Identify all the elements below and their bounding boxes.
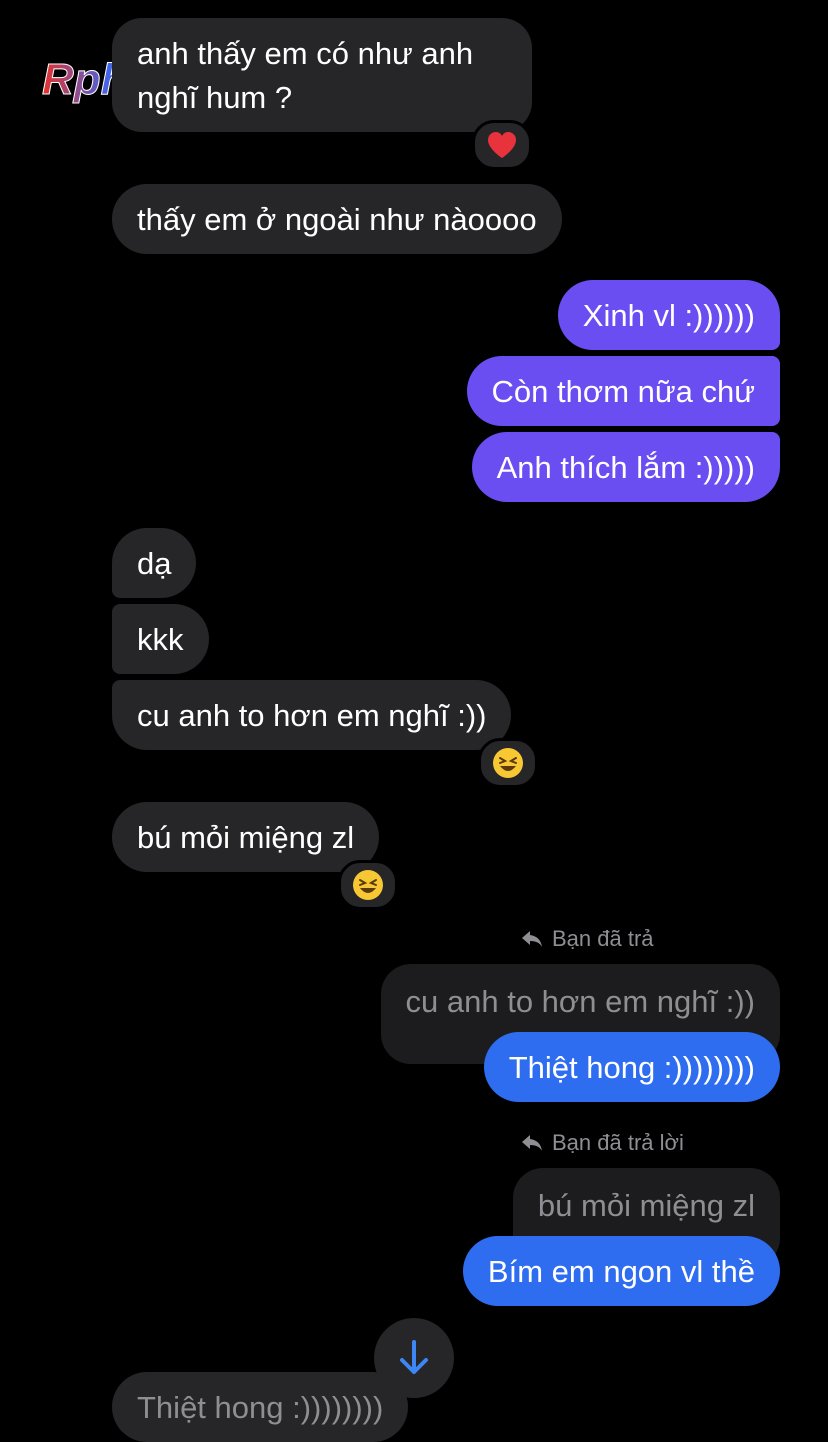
message-bubble-incoming[interactable]: Thiệt hong :)))))))) bbox=[112, 1372, 409, 1442]
message-bubble-incoming[interactable]: anh thấy em có như anh nghĩ hum ? bbox=[112, 18, 532, 132]
laughing-face-icon bbox=[493, 748, 523, 778]
reaction-laughing[interactable] bbox=[478, 738, 538, 788]
message-text: Thiệt hong :)))))))) bbox=[508, 1050, 755, 1085]
reaction-heart[interactable] bbox=[472, 120, 532, 170]
laughing-face-icon bbox=[353, 870, 383, 900]
message-bubble-outgoing[interactable]: Còn thơm nữa chứ bbox=[466, 356, 780, 426]
message-text: kkk bbox=[137, 622, 184, 657]
message-bubble-incoming[interactable]: bú mỏi miệng zl bbox=[112, 802, 380, 872]
message-text: Bím em ngon vl thề bbox=[487, 1254, 755, 1289]
message-text: Xinh vl :)))))) bbox=[582, 298, 755, 333]
reply-arrow-icon bbox=[522, 931, 542, 947]
message-text: bú mỏi miệng zl bbox=[137, 820, 355, 855]
message-text: thấy em ở ngoài như nàoooo bbox=[137, 202, 537, 237]
reply-indicator: Bạn đã trả bbox=[520, 926, 654, 952]
scroll-to-bottom-button[interactable] bbox=[374, 1318, 454, 1398]
message-bubble-incoming[interactable]: thấy em ở ngoài như nàoooo bbox=[112, 184, 562, 254]
reply-label-text: Bạn đã trả bbox=[552, 926, 654, 951]
quoted-text: cu anh to hơn em nghĩ :)) bbox=[405, 984, 755, 1019]
message-bubble-incoming[interactable]: dạ bbox=[112, 528, 197, 598]
message-bubble-incoming[interactable]: kkk bbox=[112, 604, 209, 674]
arrow-down-icon bbox=[400, 1340, 428, 1374]
quoted-text: bú mỏi miệng zl bbox=[537, 1188, 755, 1223]
message-bubble-incoming[interactable]: cu anh to hơn em nghĩ :)) bbox=[112, 680, 512, 750]
reply-indicator: Bạn đã trả lời bbox=[520, 1130, 684, 1156]
heart-icon bbox=[488, 132, 516, 158]
message-text: Thiệt hong :)))))))) bbox=[137, 1390, 384, 1425]
message-text: dạ bbox=[137, 546, 172, 581]
message-text: Anh thích lắm :))))) bbox=[496, 450, 755, 485]
message-bubble-outgoing[interactable]: Thiệt hong :)))))))) bbox=[483, 1032, 780, 1102]
message-text: Còn thơm nữa chứ bbox=[491, 374, 755, 409]
reply-label-text: Bạn đã trả lời bbox=[552, 1130, 684, 1155]
message-bubble-outgoing[interactable]: Anh thích lắm :))))) bbox=[471, 432, 780, 502]
message-text: cu anh to hơn em nghĩ :)) bbox=[137, 698, 487, 733]
reaction-laughing[interactable] bbox=[338, 860, 398, 910]
message-text: anh thấy em có như anh nghĩ hum ? bbox=[137, 36, 474, 115]
reply-arrow-icon bbox=[522, 1135, 542, 1151]
message-bubble-outgoing[interactable]: Bím em ngon vl thề bbox=[462, 1236, 780, 1306]
message-bubble-outgoing[interactable]: Xinh vl :)))))) bbox=[557, 280, 780, 350]
